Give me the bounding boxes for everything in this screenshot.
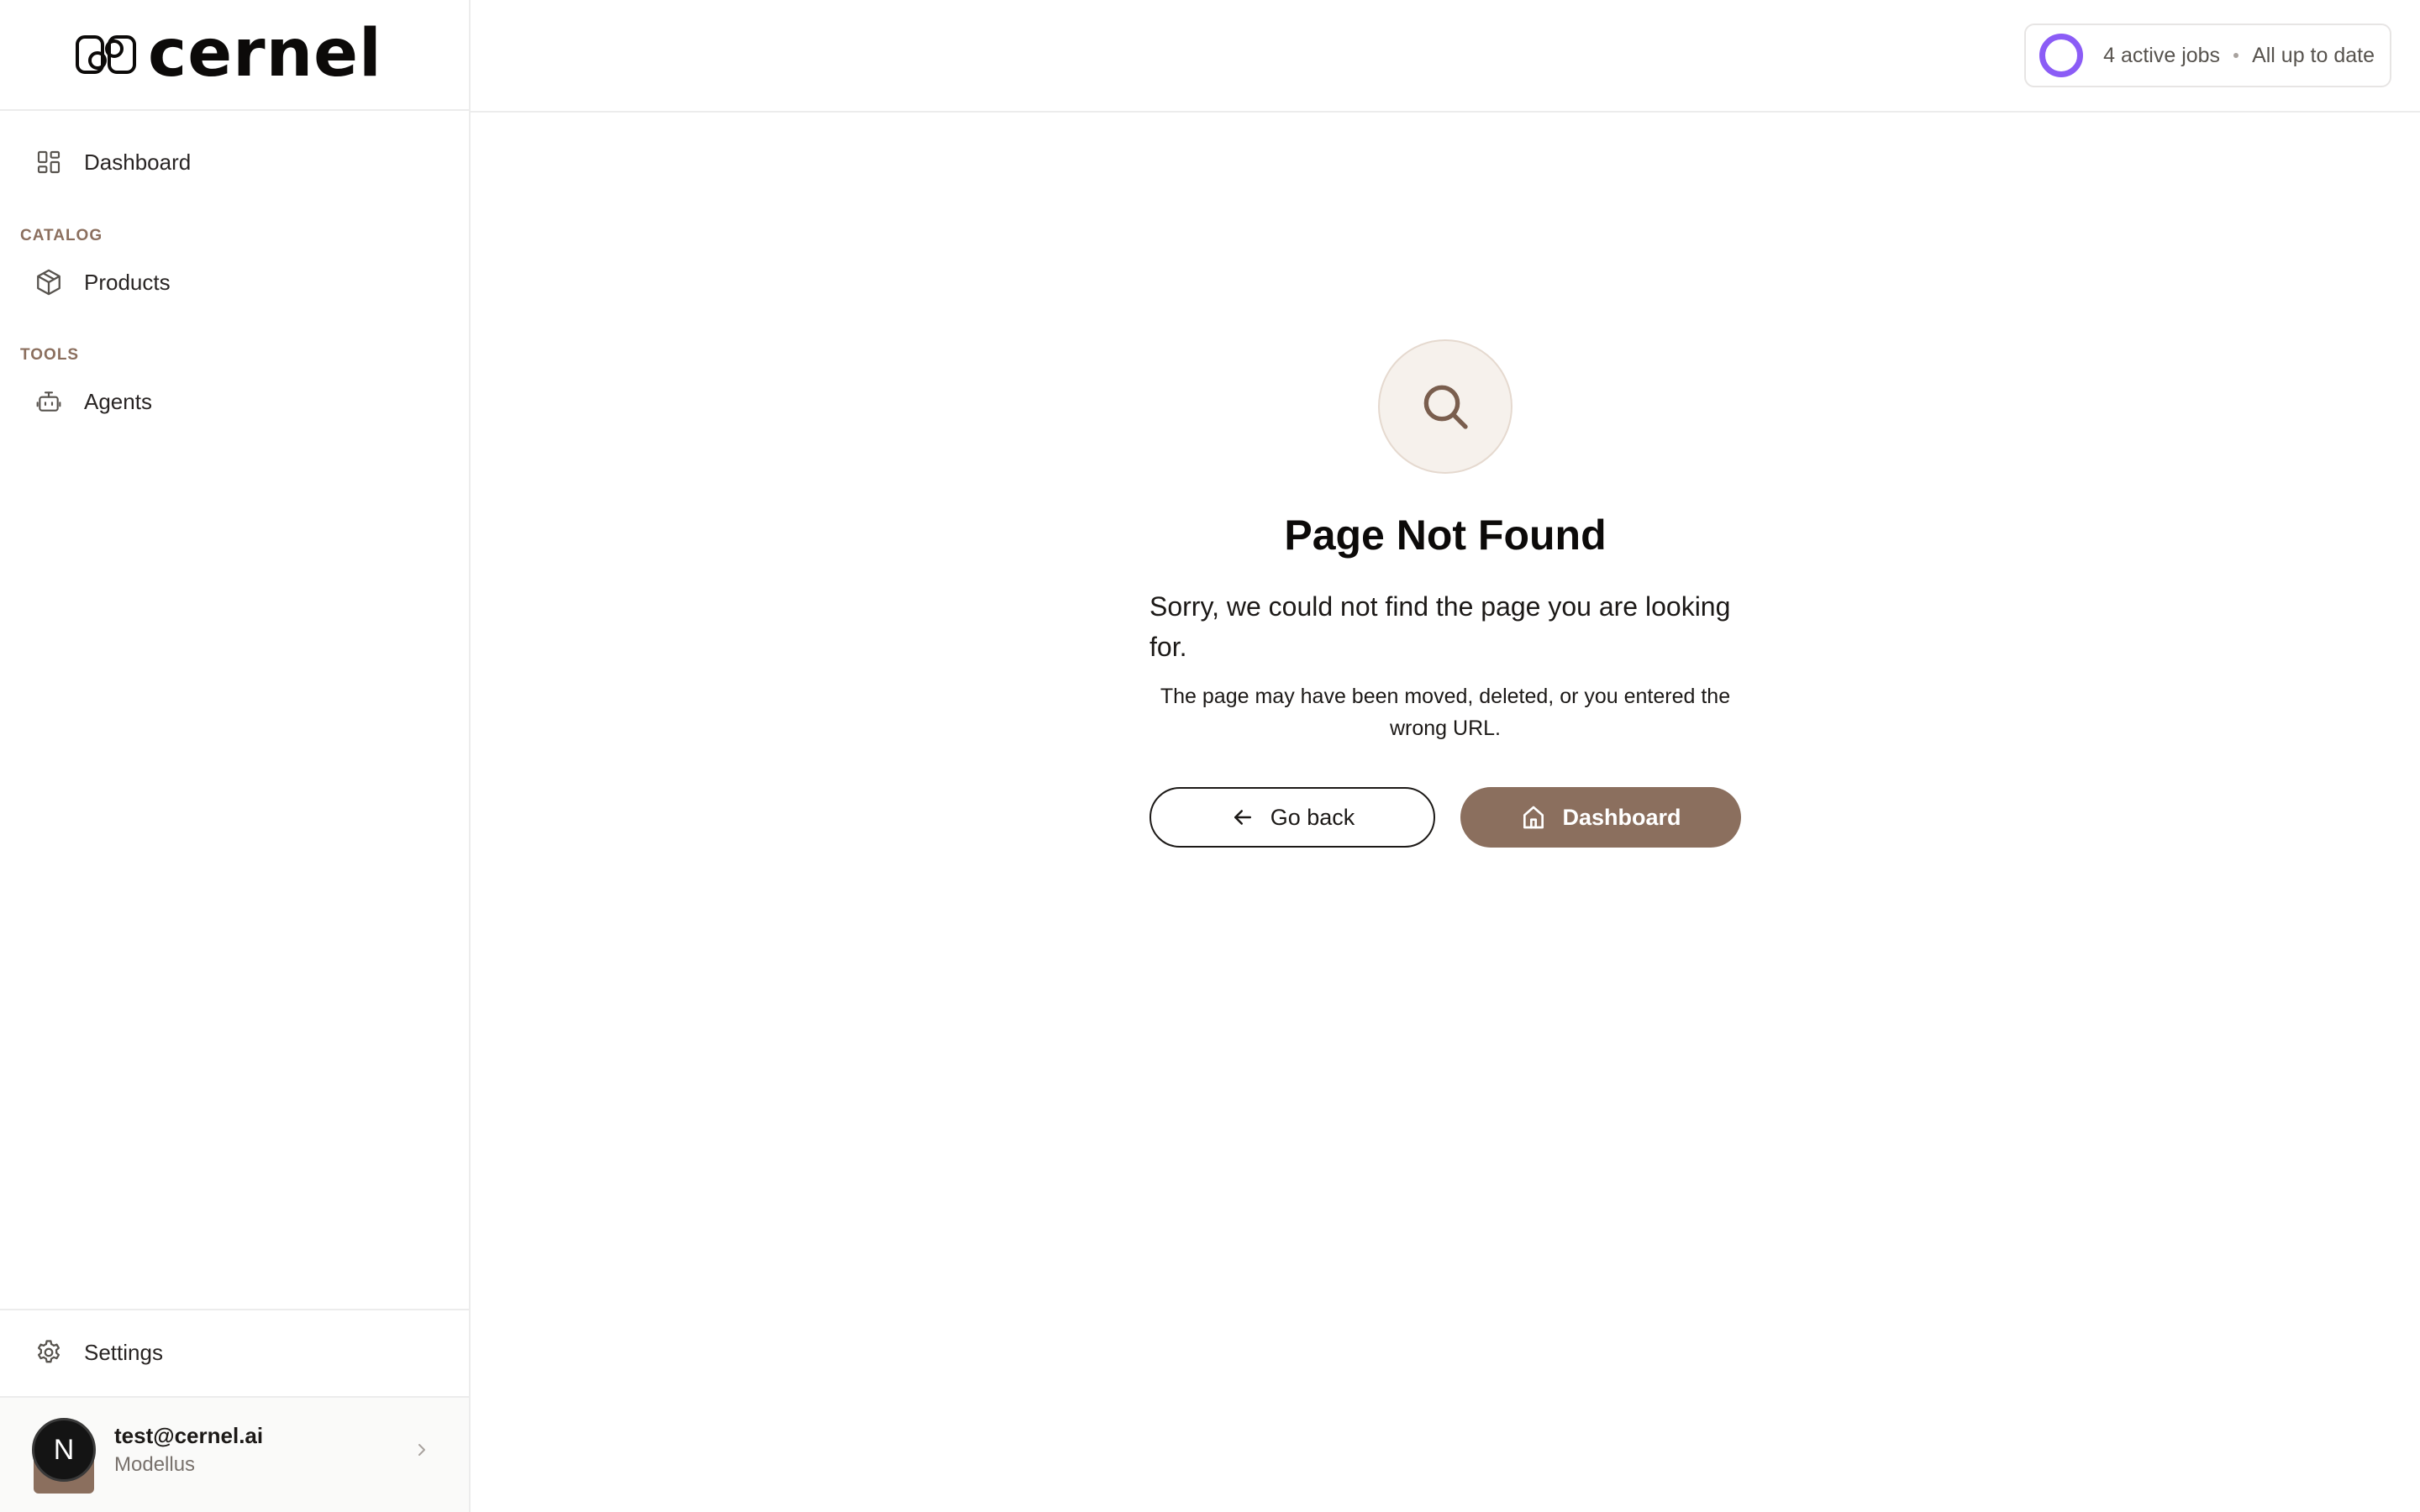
sidebar-item-products[interactable]: Products	[20, 255, 449, 309]
not-found-illustration	[1378, 339, 1512, 474]
active-jobs-indicator[interactable]: 4 active jobs All up to date	[2024, 24, 2391, 87]
box-icon	[34, 267, 64, 297]
sidebar-item-agents[interactable]: Agents	[20, 375, 449, 428]
separator-dot	[2233, 53, 2239, 58]
jobs-progress-ring	[2039, 34, 2084, 77]
section-label-catalog: CATALOG	[20, 227, 103, 244]
sync-status: All up to date	[2252, 43, 2375, 67]
user-org: Modellus	[114, 1453, 196, 1476]
go-back-button[interactable]: Go back	[1150, 787, 1435, 848]
brand-name[interactable]: cernel	[148, 12, 382, 96]
sidebar-item-label: Products	[84, 269, 171, 295]
avatar-initial: N	[53, 1433, 75, 1466]
sidebar-item-label: Dashboard	[84, 149, 192, 175]
error-subtitle: Sorry, we could not find the page you ar…	[1150, 591, 1731, 662]
dashboard-button[interactable]: Dashboard	[1460, 787, 1741, 848]
active-jobs-count: 4 active jobs	[2103, 43, 2221, 67]
user-menu[interactable]: N test@cernel.ai Modellus	[0, 1398, 469, 1512]
sidebar-item-dashboard[interactable]: Dashboard	[20, 135, 449, 189]
grid-icon	[34, 147, 64, 177]
chevron-right-icon	[418, 1444, 425, 1456]
top-bar: 4 active jobs All up to date	[471, 0, 2420, 113]
dashboard-button-label: Dashboard	[1562, 804, 1681, 830]
sidebar-item-label: Agents	[84, 388, 152, 414]
logo-bar: cernel	[0, 0, 469, 111]
avatar: N	[32, 1418, 96, 1482]
search-icon	[1423, 385, 1468, 429]
go-back-label: Go back	[1270, 804, 1355, 830]
gear-icon	[34, 1337, 64, 1368]
divider	[0, 1309, 469, 1310]
cernel-logo-icon	[76, 35, 136, 74]
page-title: Page Not Found	[1284, 512, 1607, 559]
error-description: The page may have been moved, deleted, o…	[1160, 685, 1731, 740]
robot-icon	[34, 386, 64, 417]
sidebar: cernel Dashboard CATALOG Products TOOLS …	[0, 0, 471, 1512]
section-label-tools: TOOLS	[20, 346, 80, 364]
arrow-left-icon	[1234, 810, 1251, 825]
user-email: test@cernel.ai	[114, 1423, 264, 1448]
main-content: Page Not Found Sorry, we could not find …	[471, 113, 2420, 1512]
sidebar-item-label: Settings	[84, 1339, 163, 1365]
sidebar-item-settings[interactable]: Settings	[20, 1326, 449, 1379]
home-icon	[1523, 806, 1544, 829]
